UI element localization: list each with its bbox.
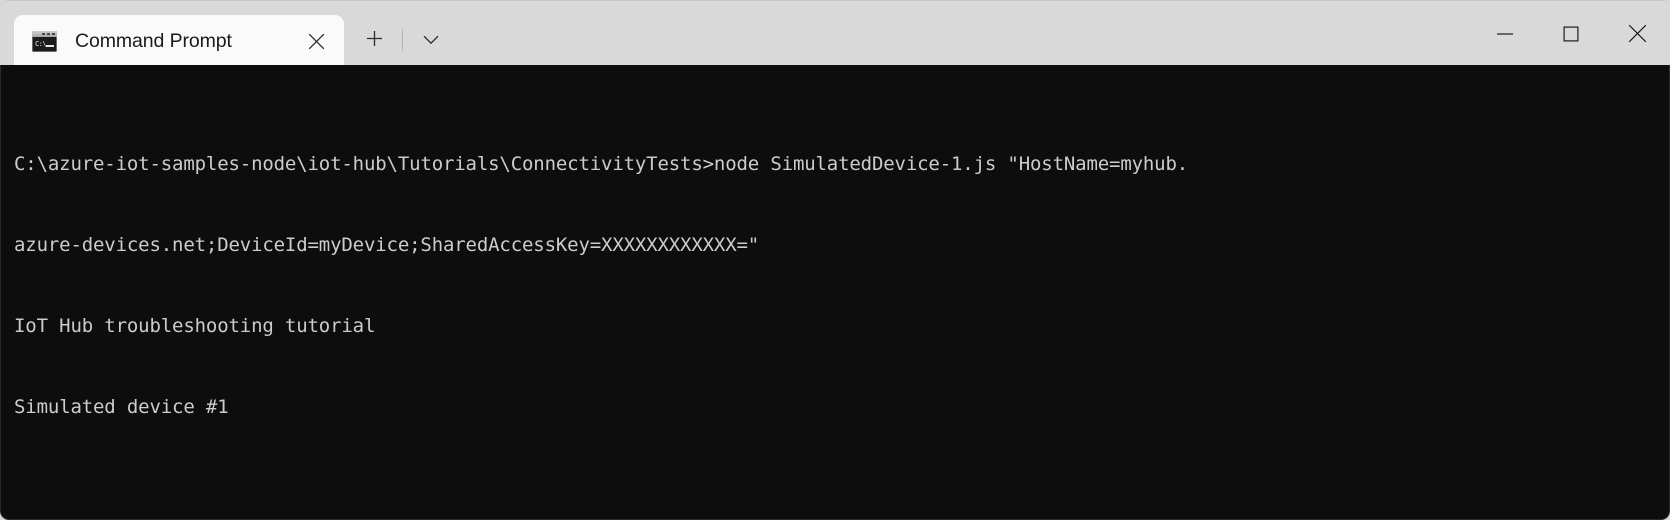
close-button[interactable] [1604, 1, 1670, 66]
chevron-down-icon [423, 32, 439, 50]
close-icon [308, 33, 325, 50]
maximize-icon [1563, 26, 1579, 42]
command-prompt-icon-text: C:\ [35, 39, 47, 48]
terminal-line: azure-devices.net;DeviceId=myDevice;Shar… [14, 234, 760, 256]
tab-strip: C:\ Command Prompt [0, 1, 455, 67]
minimize-icon [1496, 28, 1514, 40]
minimize-button[interactable] [1472, 1, 1538, 66]
command-prompt-icon-titlebar [32, 30, 57, 37]
maximize-button[interactable] [1538, 1, 1604, 66]
terminal-line: IoT Hub troubleshooting tutorial [14, 315, 376, 337]
window-controls [1472, 1, 1670, 66]
tab-menu-button[interactable] [411, 21, 451, 61]
command-prompt-icon-cursor [46, 44, 54, 47]
title-bar[interactable]: C:\ Command Prompt [0, 0, 1670, 67]
plus-icon [366, 30, 383, 52]
tab-close-button[interactable] [294, 19, 338, 63]
command-prompt-icon: C:\ [32, 30, 57, 52]
new-tab-button[interactable] [354, 21, 394, 61]
close-icon [1628, 24, 1647, 43]
tabstrip-divider [402, 29, 403, 51]
terminal-output-area[interactable]: C:\azure-iot-samples-node\iot-hub\Tutori… [0, 65, 1670, 520]
tab-command-prompt[interactable]: C:\ Command Prompt [14, 15, 344, 67]
command-prompt-window: C:\ Command Prompt C:\azure-iot-samples-… [0, 0, 1670, 520]
terminal-line: C:\azure-iot-samples-node\iot-hub\Tutori… [14, 153, 1189, 175]
tab-title: Command Prompt [75, 29, 232, 52]
terminal-screen: C:\azure-iot-samples-node\iot-hub\Tutori… [14, 97, 1665, 519]
terminal-line: Simulated device #1 [14, 396, 229, 418]
